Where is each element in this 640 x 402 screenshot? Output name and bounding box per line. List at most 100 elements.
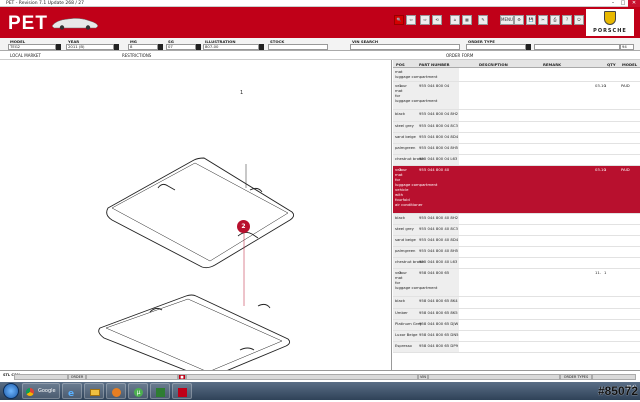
mat-1-drawing bbox=[106, 157, 295, 269]
toolbar-button-11[interactable]: ⎙ bbox=[550, 15, 560, 25]
row-part-number: 958 044 800 65 DN5 bbox=[419, 332, 459, 337]
footer-bar-5 bbox=[592, 374, 636, 380]
order-form-label[interactable]: ORDER FORM bbox=[446, 53, 473, 58]
table-row[interactable]: 955 044 800 40 8C3 steel grey bbox=[393, 225, 640, 236]
order-type-dropdown-button[interactable] bbox=[526, 44, 531, 50]
taskbar-media[interactable] bbox=[106, 383, 126, 399]
callout-1[interactable]: 1 bbox=[240, 90, 243, 96]
toolbar-button-1[interactable]: ⇦ bbox=[406, 15, 416, 25]
col-qty: QTY bbox=[607, 62, 616, 67]
minimize-button[interactable]: – bbox=[608, 0, 618, 7]
maximize-button[interactable]: □ bbox=[618, 0, 628, 7]
col-description: DESCRIPTION bbox=[479, 62, 508, 67]
porsche-brand: PORSCHE bbox=[586, 9, 634, 36]
windows-taskbar: Google e µ ▮▮ ◖) bbox=[0, 382, 640, 400]
model-field[interactable]: TEG2 bbox=[8, 44, 56, 50]
taskbar-utorrent[interactable]: µ bbox=[128, 383, 148, 399]
order-type-field[interactable] bbox=[466, 44, 526, 50]
order-types-button[interactable]: ORDER TYPES bbox=[560, 374, 592, 380]
row-model: PAID bbox=[621, 167, 630, 172]
table-row[interactable]: 958 044 800 65 8K4 black bbox=[393, 297, 640, 309]
illustration-field[interactable]: 807-00 bbox=[203, 44, 259, 50]
table-row[interactable]: 955 044 800 04 8H2 black bbox=[393, 110, 640, 122]
col-pos: POS bbox=[396, 62, 405, 67]
table-row[interactable]: 955 044 800 40 L63 chestnut brown bbox=[393, 258, 640, 269]
table-row[interactable]: 1 955 044 800 04 velour mat for luggage compa… bbox=[393, 82, 640, 110]
row-description: velour mat for luggage compartment vehicle wi… bbox=[393, 166, 459, 213]
toolbar-button-8[interactable]: ⚙ bbox=[514, 15, 524, 25]
taskbar-google[interactable]: Google bbox=[22, 383, 60, 399]
taskbar-app[interactable] bbox=[150, 383, 170, 399]
taskbar-ie[interactable]: e bbox=[62, 383, 82, 399]
row-part-number: 958 044 800 65 DP9 bbox=[419, 343, 459, 348]
close-button[interactable]: ✕ bbox=[628, 0, 640, 7]
row-part-number: 955 044 800 04 8H5 bbox=[419, 145, 459, 150]
taskbar-pet[interactable] bbox=[172, 383, 192, 399]
stock-field[interactable] bbox=[268, 44, 328, 50]
pet-app-icon bbox=[178, 388, 187, 397]
table-row[interactable]: 955 044 800 04 8C3 steel grey bbox=[393, 122, 640, 133]
toolbar-button-3[interactable]: ⟲ bbox=[432, 15, 442, 25]
mg-field[interactable]: 8 bbox=[128, 44, 158, 50]
folder-icon bbox=[90, 389, 100, 396]
order-number-field[interactable] bbox=[534, 44, 620, 50]
table-row[interactable]: 955 044 800 40 8H5 palmgreen bbox=[393, 247, 640, 258]
toolbar-button-6[interactable]: ✎ bbox=[478, 15, 488, 25]
table-row[interactable]: 955 044 800 04 8D4 sand beige bbox=[393, 133, 640, 144]
table-row[interactable]: 955 044 800 04 8H5 palmgreen bbox=[393, 144, 640, 155]
app-header: PET 🔍⇦⇨⟲⌂▦✎MENU⚙💾✂⎙?⏻⚠ PORSCHE bbox=[0, 7, 640, 38]
order-qty-field[interactable]: 94 bbox=[620, 44, 634, 50]
toolbar-button-9[interactable]: 💾 bbox=[526, 15, 536, 25]
toolbar-button-0[interactable]: 🔍 bbox=[394, 15, 404, 25]
toolbar-button-10[interactable]: ✂ bbox=[538, 15, 548, 25]
footer-bar-4 bbox=[428, 374, 560, 380]
table-row-selected[interactable]: 2 955 044 800 40 velour mat for luggage compa… bbox=[393, 166, 640, 214]
row-part-number: 955 044 800 04 8D4 bbox=[419, 134, 459, 139]
table-row[interactable]: 958 044 800 65 8K5 Umber bbox=[393, 309, 640, 320]
row-part-number: 958 044 800 65 bbox=[419, 270, 450, 275]
row-description-line: luggage compartment bbox=[395, 98, 438, 103]
table-row[interactable]: 958 044 800 65 DJW Platinum Grey bbox=[393, 320, 640, 331]
illustration-dropdown-button[interactable] bbox=[259, 44, 264, 50]
callout-2[interactable]: 2 bbox=[237, 220, 250, 233]
model-dropdown-button[interactable] bbox=[56, 44, 61, 50]
row-part-number: 955 044 800 40 8H2 bbox=[419, 215, 459, 220]
pet-logo: PET bbox=[8, 13, 48, 34]
table-row[interactable]: 958 044 800 65 DN5 Luxor Beige bbox=[393, 331, 640, 342]
mg-dropdown-button[interactable] bbox=[158, 44, 163, 50]
toolbar-button-5[interactable]: ▦ bbox=[462, 15, 472, 25]
table-row[interactable]: 955 044 800 40 8H2 black bbox=[393, 214, 640, 225]
year-dropdown-button[interactable] bbox=[114, 44, 119, 50]
table-row[interactable]: 955 044 800 04 L63 chestnut brown bbox=[393, 155, 640, 166]
vin-button[interactable]: VIN bbox=[418, 374, 428, 380]
row-pos: 1 bbox=[399, 83, 402, 88]
toolbar-button-2[interactable]: ⇨ bbox=[420, 15, 430, 25]
start-button-icon[interactable] bbox=[3, 383, 19, 399]
table-row[interactable]: 958 044 800 65 DP9 Espresso bbox=[393, 342, 640, 353]
table-row[interactable]: 955 044 800 40 8D4 sand beige bbox=[393, 236, 640, 247]
order-button[interactable]: ORDER bbox=[68, 374, 86, 380]
toolbar-button-4[interactable]: ⌂ bbox=[450, 15, 460, 25]
col-model: MODEL bbox=[622, 62, 638, 67]
sg-field[interactable]: 07 bbox=[166, 44, 196, 50]
sg-dropdown-button[interactable] bbox=[196, 44, 201, 50]
restrictions-label: RESTRICTIONS bbox=[122, 53, 152, 58]
row-part-number: 955 044 800 40 8C3 bbox=[419, 226, 458, 231]
toolbar-button-12[interactable]: ? bbox=[562, 15, 572, 25]
toolbar-button-7[interactable]: MENU bbox=[500, 15, 514, 25]
sub-header: LOCAL MARKET RESTRICTIONS ORDER FORM bbox=[0, 51, 640, 60]
vin-search-field[interactable] bbox=[350, 44, 460, 50]
taskbar-explorer[interactable] bbox=[84, 383, 104, 399]
row-pos: 2 bbox=[399, 270, 402, 275]
year-field[interactable]: 2011 (B) bbox=[66, 44, 114, 50]
row-qty: 1 bbox=[604, 83, 607, 88]
order-indicator-icon[interactable]: ■ bbox=[178, 374, 186, 380]
local-market-label: LOCAL MARKET bbox=[10, 53, 41, 58]
row-part-number: 958 044 800 65 DJW bbox=[419, 321, 459, 326]
row-part-number: 955 044 800 40 bbox=[419, 167, 450, 172]
table-row[interactable]: mat luggage compartment bbox=[393, 68, 640, 82]
row-pos: 2 bbox=[399, 167, 402, 172]
table-row[interactable]: 2 958 044 800 65 velour mat for luggage compa… bbox=[393, 269, 640, 297]
toolbar-button-13[interactable]: ⏻ bbox=[574, 15, 584, 25]
row-description: mat luggage compartment bbox=[393, 68, 459, 81]
